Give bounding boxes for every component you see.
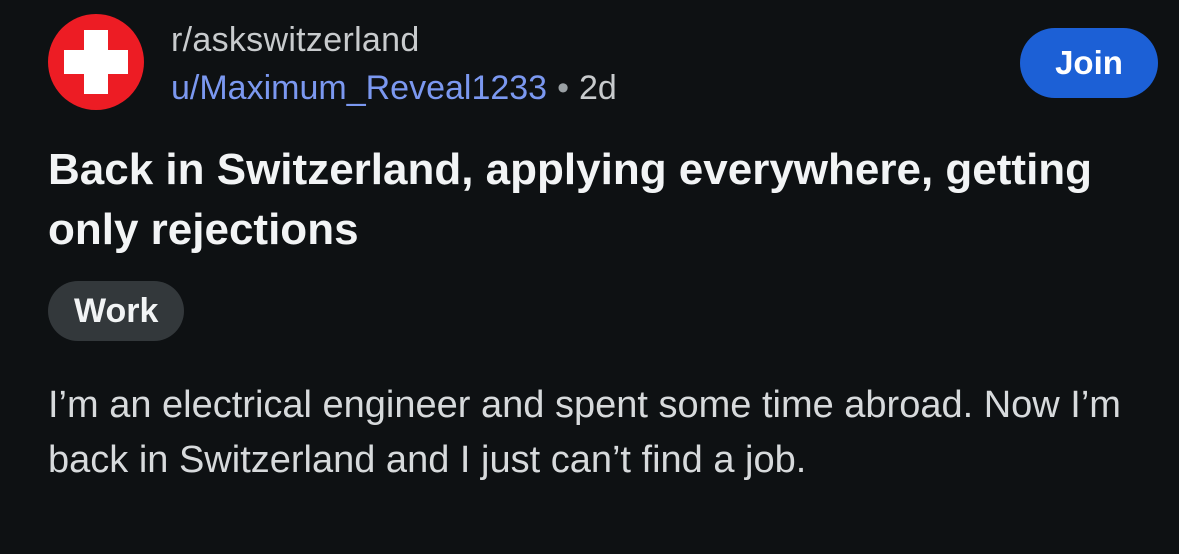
join-button[interactable]: Join bbox=[1020, 28, 1158, 98]
author-username[interactable]: u/Maximum_Reveal1233 bbox=[171, 69, 547, 107]
author-row: u/Maximum_Reveal1233 • 2d bbox=[171, 68, 617, 108]
meta-separator: • bbox=[557, 69, 569, 107]
swiss-flag-icon[interactable] bbox=[48, 14, 144, 110]
post-header: r/askswitzerland u/Maximum_Reveal1233 • 2d… bbox=[48, 14, 1158, 114]
post-meta: r/askswitzerland u/Maximum_Reveal1233 • 2d bbox=[171, 20, 617, 108]
post-flair[interactable]: Work bbox=[48, 281, 185, 341]
post-title[interactable]: Back in Switzerland, applying everywhere… bbox=[48, 140, 1148, 260]
avatar-cross-horizontal bbox=[64, 50, 128, 74]
subreddit-name[interactable]: r/askswitzerland bbox=[171, 20, 617, 60]
post-body[interactable]: I’m an electrical engineer and spent som… bbox=[48, 378, 1148, 488]
post-age: 2d bbox=[578, 69, 617, 107]
